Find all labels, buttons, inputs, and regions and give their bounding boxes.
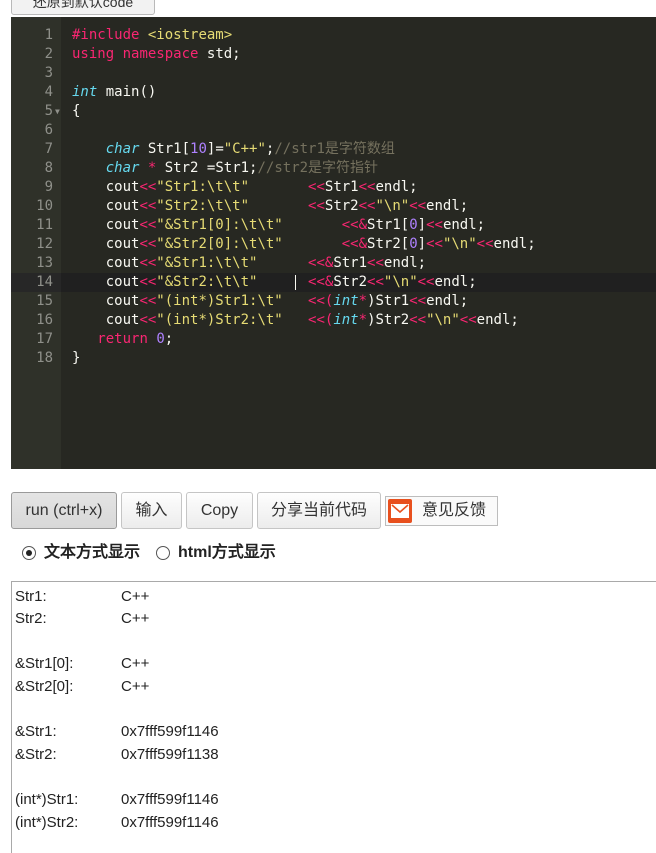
code-text: #include <iostream>: [72, 27, 233, 43]
output-value: C++: [121, 678, 150, 695]
code-line-10[interactable]: 10 cout<<"Str2:\t\t" <<Str2<<"\n"<<endl;: [11, 197, 656, 216]
output-value: C++: [121, 588, 150, 605]
output-value: C++: [121, 655, 150, 672]
feedback-label: 意见反馈: [422, 502, 487, 519]
copy-button[interactable]: Copy: [186, 492, 253, 529]
line-number: 13: [36, 255, 53, 271]
code-line-13[interactable]: 13 cout<<"&Str1:\t\t" <<&Str1<<endl;: [11, 254, 656, 273]
output-label: &Str1[0]:: [15, 655, 74, 672]
output-label: Str1:: [15, 588, 47, 605]
code-line-16[interactable]: 16 cout<<"(int*)Str2:\t" <<(int*)Str2<<"…: [11, 311, 656, 330]
line-number: 10: [36, 198, 53, 214]
code-text: return 0;: [97, 331, 174, 347]
output-value: C++: [121, 610, 150, 627]
output-value: 0x7fff599f1146: [121, 791, 219, 808]
code-text: cout<<"&Str2[0]:\t\t" <<&Str2[0]<<"\n"<<…: [105, 236, 536, 252]
code-text: cout<<"(int*)Str1:\t" <<(int*)Str1<<endl…: [105, 293, 469, 309]
code-text: }: [72, 350, 81, 366]
code-line-8[interactable]: 8 char * Str2 =Str1;//str2是字符指针: [11, 159, 656, 178]
code-line-17[interactable]: 17 return 0;: [11, 330, 656, 349]
code-line-4[interactable]: 4 int main(): [11, 83, 656, 102]
code-line-14[interactable]: 14 cout<<"&Str2:\t\t" <<&Str2<<"\n"<<end…: [11, 273, 656, 292]
code-text: {: [72, 103, 81, 119]
line-number: 18: [36, 350, 53, 366]
output-value: 0x7fff599f1146: [121, 723, 219, 740]
text-mode-label[interactable]: 文本方式显示: [44, 543, 140, 563]
line-number: 11: [36, 217, 53, 233]
input-button[interactable]: 输入: [121, 492, 182, 529]
code-text: char Str1[10]="C++";//str1是字符数组: [105, 141, 395, 157]
line-number: 1: [44, 27, 53, 43]
code-text: cout<<"&Str2:\t\t" <<&Str2<<"\n"<<endl;: [105, 274, 477, 290]
code-text: cout<<"&Str1:\t\t" <<&Str1<<endl;: [105, 255, 427, 271]
line-number: 16: [36, 312, 53, 328]
code-line-2[interactable]: 2 using namespace std;: [11, 45, 656, 64]
line-number: 2: [44, 46, 53, 62]
code-line-18[interactable]: 18 }: [11, 349, 656, 368]
reset-default-code-button[interactable]: 还原到默认code: [11, 0, 155, 15]
code-line-3[interactable]: 3: [11, 64, 656, 83]
line-number: 3: [44, 65, 53, 81]
line-number: 15: [36, 293, 53, 309]
share-code-button[interactable]: 分享当前代码: [257, 492, 381, 529]
line-number: 4: [44, 84, 53, 100]
line-number: 7: [44, 141, 53, 157]
output-value: 0x7fff599f1146: [121, 814, 219, 831]
text-cursor: [295, 275, 296, 290]
code-text: cout<<"&Str1[0]:\t\t" <<&Str1[0]<<endl;: [105, 217, 486, 233]
output-label: &Str2:: [15, 746, 57, 763]
fold-arrow-icon[interactable]: ▼: [55, 102, 60, 121]
code-text: using namespace std;: [72, 46, 241, 62]
line-number: 17: [36, 331, 53, 347]
code-editor[interactable]: 1 #include <iostream> 2 using namespace …: [11, 17, 656, 469]
output-value: 0x7fff599f1138: [121, 746, 219, 763]
mail-icon: [388, 499, 412, 523]
code-text: cout<<"(int*)Str2:\t" <<(int*)Str2<<"\n"…: [105, 312, 519, 328]
code-line-12[interactable]: 12 cout<<"&Str2[0]:\t\t" <<&Str2[0]<<"\n…: [11, 235, 656, 254]
code-lines: 1 #include <iostream> 2 using namespace …: [11, 26, 656, 368]
html-mode-label[interactable]: html方式显示: [178, 543, 276, 563]
code-line-11[interactable]: 11 cout<<"&Str1[0]:\t\t" <<&Str1[0]<<end…: [11, 216, 656, 235]
output-label: &Str2[0]:: [15, 678, 74, 695]
code-text: char * Str2 =Str1;//str2是字符指针: [105, 160, 379, 176]
line-number: 6: [44, 122, 53, 138]
text-mode-radio[interactable]: [22, 546, 36, 560]
output-label: Str2:: [15, 610, 47, 627]
code-text: cout<<"Str1:\t\t" <<Str1<<endl;: [105, 179, 418, 195]
code-line-5[interactable]: 5 ▼ {: [11, 102, 656, 121]
code-line-9[interactable]: 9 cout<<"Str1:\t\t" <<Str1<<endl;: [11, 178, 656, 197]
line-number: 12: [36, 236, 53, 252]
output-panel: Str1: C++ Str2: C++ &Str1[0]: C++ &Str2[…: [11, 581, 656, 853]
feedback-button[interactable]: 意见反馈: [385, 496, 498, 526]
code-line-6[interactable]: 6: [11, 121, 656, 140]
line-number: 9: [44, 179, 53, 195]
output-label: (int*)Str2:: [15, 814, 79, 831]
code-line-15[interactable]: 15 cout<<"(int*)Str1:\t" <<(int*)Str1<<e…: [11, 292, 656, 311]
output-label: &Str1:: [15, 723, 57, 740]
html-mode-radio[interactable]: [156, 546, 170, 560]
output-label: (int*)Str1:: [15, 791, 79, 808]
code-line-7[interactable]: 7 char Str1[10]="C++";//str1是字符数组: [11, 140, 656, 159]
code-text: int main(): [72, 84, 157, 100]
code-text: cout<<"Str2:\t\t" <<Str2<<"\n"<<endl;: [105, 198, 469, 214]
line-number: 5: [44, 103, 53, 119]
run-button[interactable]: run (ctrl+x): [11, 492, 117, 529]
line-number: 14: [11, 273, 61, 292]
line-number: 8: [44, 160, 53, 176]
code-line-1[interactable]: 1 #include <iostream>: [11, 26, 656, 45]
